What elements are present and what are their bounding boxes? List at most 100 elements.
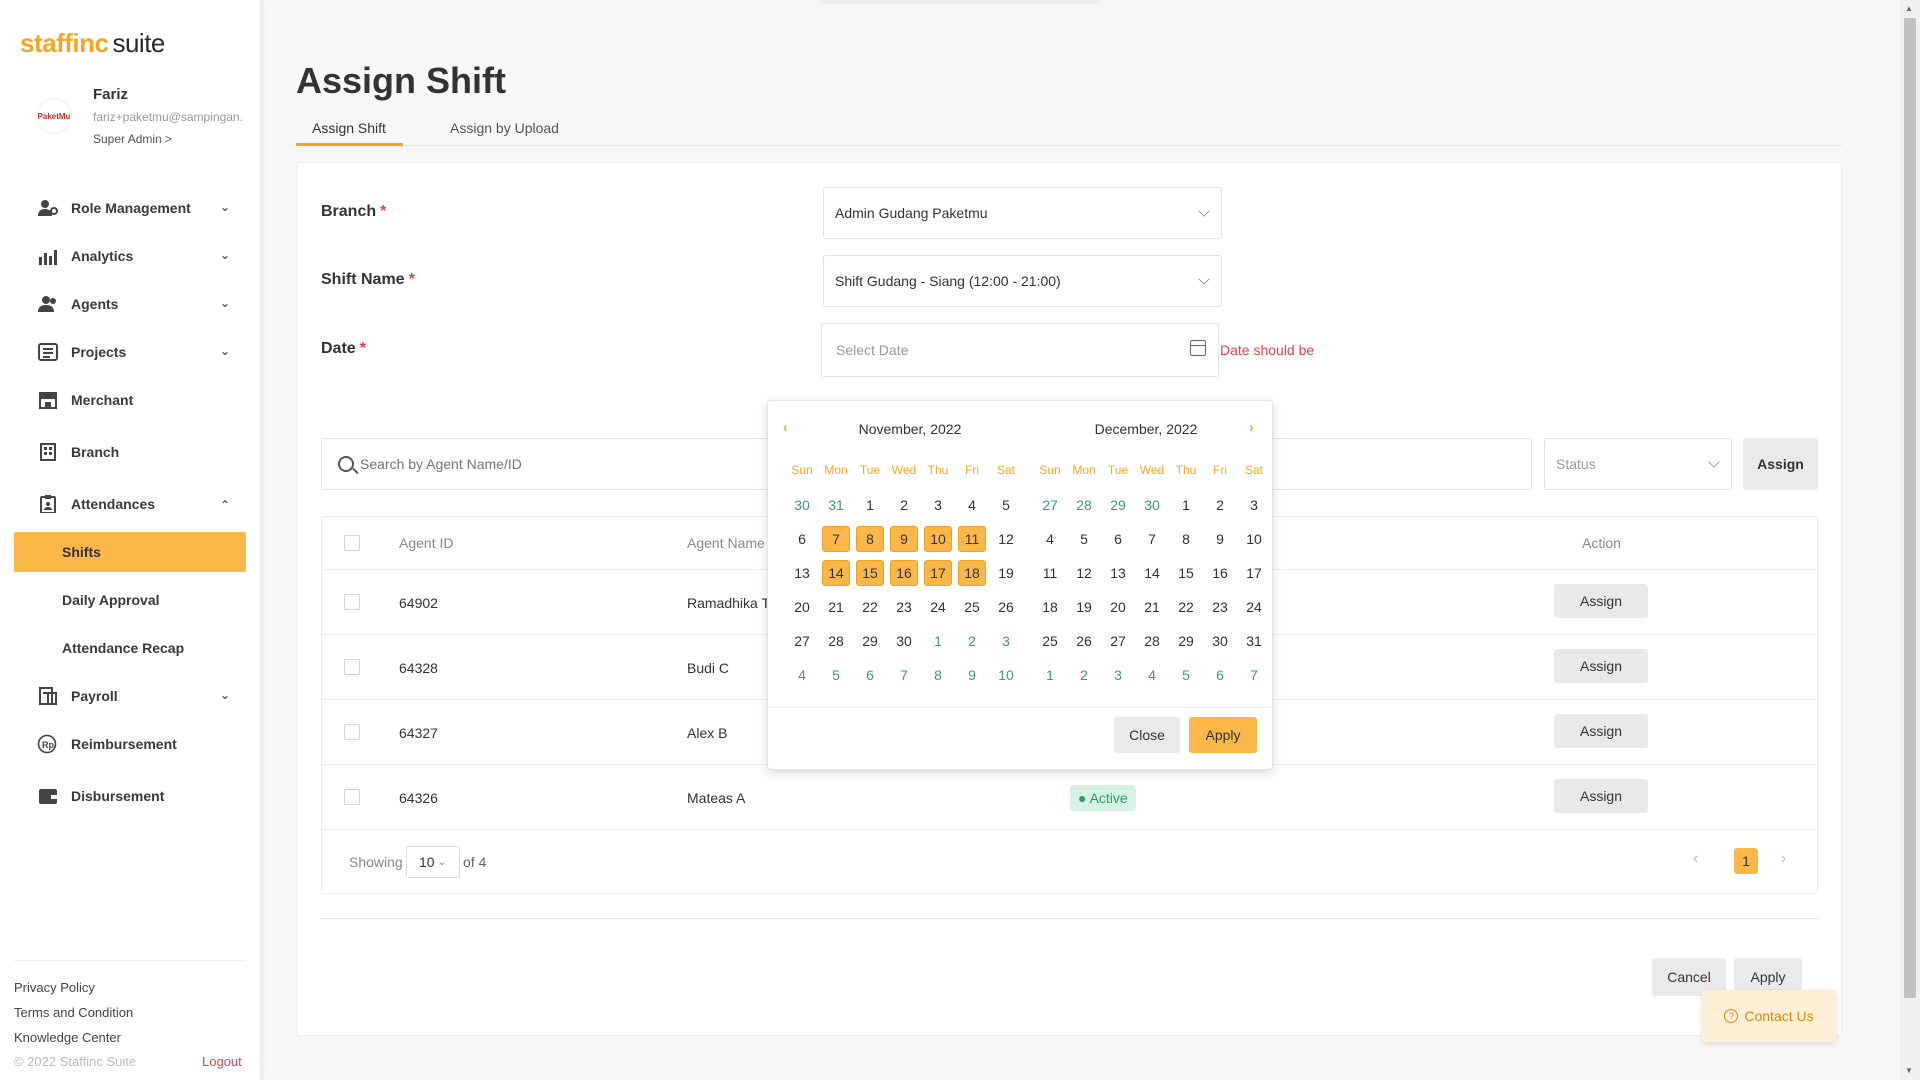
picker-close-button[interactable]: Close (1114, 717, 1180, 753)
calendar-day[interactable]: 2 (958, 628, 986, 654)
calendar-day[interactable]: 18 (1036, 594, 1064, 620)
calendar-day[interactable]: 21 (1138, 594, 1166, 620)
calendar-day-selected[interactable]: 9 (890, 526, 918, 552)
calendar-day[interactable]: 13 (1104, 560, 1132, 586)
calendar-day[interactable]: 3 (992, 628, 1020, 654)
prev-page-button[interactable]: ‹ (1693, 850, 1698, 868)
calendar-day[interactable]: 2 (1206, 492, 1234, 518)
calendar-day[interactable]: 10 (1240, 526, 1268, 552)
tab-assign-shift[interactable]: Assign Shift (312, 120, 386, 136)
calendar-icon[interactable] (1190, 340, 1206, 356)
terms-link[interactable]: Terms and Condition (14, 1000, 246, 1025)
calendar-day[interactable]: 27 (1036, 492, 1064, 518)
calendar-day[interactable]: 29 (1104, 492, 1132, 518)
sidebar-item-projects[interactable]: Projects ⌄ (0, 328, 260, 376)
row-assign-button[interactable]: Assign (1554, 649, 1648, 683)
calendar-day-selected[interactable]: 15 (856, 560, 884, 586)
calendar-day[interactable]: 12 (992, 526, 1020, 552)
calendar-day[interactable]: 14 (1138, 560, 1166, 586)
calendar-day[interactable]: 9 (958, 662, 986, 688)
sidebar-subitem-attendance-recap[interactable]: Attendance Recap (0, 624, 260, 672)
calendar-day-selected[interactable]: 16 (890, 560, 918, 586)
sidebar-item-analytics[interactable]: Analytics ⌄ (0, 232, 260, 280)
calendar-day[interactable]: 2 (890, 492, 918, 518)
calendar-day[interactable]: 5 (1070, 526, 1098, 552)
calendar-day[interactable]: 31 (822, 492, 850, 518)
calendar-day[interactable]: 6 (788, 526, 816, 552)
knowledge-center-link[interactable]: Knowledge Center (14, 1025, 246, 1050)
sidebar-item-merchant[interactable]: Merchant (0, 376, 260, 424)
current-page-button[interactable]: 1 (1734, 848, 1758, 874)
sidebar-item-disbursement[interactable]: Disbursement (0, 772, 260, 820)
calendar-day[interactable]: 4 (1138, 662, 1166, 688)
prev-month-button[interactable]: ‹ (783, 419, 788, 435)
select-all-checkbox[interactable] (344, 535, 360, 551)
row-assign-button[interactable]: Assign (1554, 584, 1648, 618)
calendar-day[interactable]: 7 (1240, 662, 1268, 688)
calendar-day[interactable]: 4 (958, 492, 986, 518)
picker-apply-button[interactable]: Apply (1189, 717, 1257, 753)
calendar-day-selected[interactable]: 11 (958, 526, 986, 552)
sidebar-item-attendances[interactable]: Attendances ⌃ (0, 480, 260, 528)
calendar-day[interactable]: 11 (1036, 560, 1064, 586)
tab-assign-by-upload[interactable]: Assign by Upload (450, 120, 559, 136)
calendar-day[interactable]: 12 (1070, 560, 1098, 586)
calendar-day[interactable]: 16 (1206, 560, 1234, 586)
row-checkbox[interactable] (344, 724, 360, 740)
calendar-day[interactable]: 26 (1070, 628, 1098, 654)
status-select[interactable]: Status (1544, 438, 1732, 490)
next-page-button[interactable]: › (1781, 850, 1786, 868)
logout-link[interactable]: Logout (202, 1054, 242, 1069)
calendar-day[interactable]: 28 (1138, 628, 1166, 654)
calendar-day[interactable]: 27 (1104, 628, 1132, 654)
contact-us-button[interactable]: ? Contact Us (1702, 990, 1836, 1042)
calendar-day[interactable]: 3 (924, 492, 952, 518)
calendar-day[interactable]: 5 (992, 492, 1020, 518)
calendar-day[interactable]: 29 (1172, 628, 1200, 654)
sidebar-item-agents[interactable]: Agents ⌄ (0, 280, 260, 328)
calendar-day-selected[interactable]: 8 (856, 526, 884, 552)
calendar-day[interactable]: 6 (1206, 662, 1234, 688)
assign-bulk-button[interactable]: Assign (1743, 438, 1818, 490)
calendar-day-selected[interactable]: 17 (924, 560, 952, 586)
calendar-day-selected[interactable]: 7 (822, 526, 850, 552)
calendar-day[interactable]: 28 (1070, 492, 1098, 518)
calendar-day[interactable]: 23 (890, 594, 918, 620)
row-assign-button[interactable]: Assign (1554, 779, 1648, 813)
page-size-select[interactable]: 10 ⌄ (406, 846, 460, 878)
calendar-day[interactable]: 4 (1036, 526, 1064, 552)
app-logo[interactable]: staffinc suite (20, 28, 165, 59)
calendar-day[interactable]: 22 (1172, 594, 1200, 620)
calendar-day[interactable]: 1 (1036, 662, 1064, 688)
row-checkbox[interactable] (344, 594, 360, 610)
calendar-day[interactable]: 8 (1172, 526, 1200, 552)
user-profile[interactable]: PaketMu Fariz fariz+paketmu@sampingan. S… (30, 86, 250, 150)
calendar-day[interactable]: 4 (788, 662, 816, 688)
sidebar-item-payroll[interactable]: Payroll ⌄ (0, 672, 260, 720)
calendar-day[interactable]: 21 (822, 594, 850, 620)
calendar-day[interactable]: 9 (1206, 526, 1234, 552)
calendar-day-selected[interactable]: 14 (822, 560, 850, 586)
calendar-day[interactable]: 15 (1172, 560, 1200, 586)
calendar-day[interactable]: 8 (924, 662, 952, 688)
row-assign-button[interactable]: Assign (1554, 714, 1648, 748)
calendar-day[interactable]: 25 (1036, 628, 1064, 654)
calendar-day[interactable]: 1 (856, 492, 884, 518)
calendar-day[interactable]: 19 (992, 560, 1020, 586)
scroll-down-arrow[interactable]: ▼ (1905, 1066, 1913, 1075)
user-role-link[interactable]: Super Admin > (93, 132, 172, 146)
page-scrollbar[interactable]: ▲ ▼ (1900, 0, 1920, 1080)
row-checkbox[interactable] (344, 659, 360, 675)
calendar-day[interactable]: 1 (924, 628, 952, 654)
calendar-day[interactable]: 17 (1240, 560, 1268, 586)
calendar-day[interactable]: 20 (1104, 594, 1132, 620)
calendar-day[interactable]: 6 (856, 662, 884, 688)
calendar-day[interactable]: 30 (890, 628, 918, 654)
calendar-day[interactable]: 30 (1206, 628, 1234, 654)
shift-name-select[interactable]: Shift Gudang - Siang (12:00 - 21:00) (823, 255, 1222, 307)
calendar-day[interactable]: 26 (992, 594, 1020, 620)
privacy-policy-link[interactable]: Privacy Policy (14, 975, 246, 1000)
calendar-day[interactable]: 27 (788, 628, 816, 654)
calendar-day[interactable]: 31 (1240, 628, 1268, 654)
scroll-thumb[interactable] (1904, 18, 1916, 998)
